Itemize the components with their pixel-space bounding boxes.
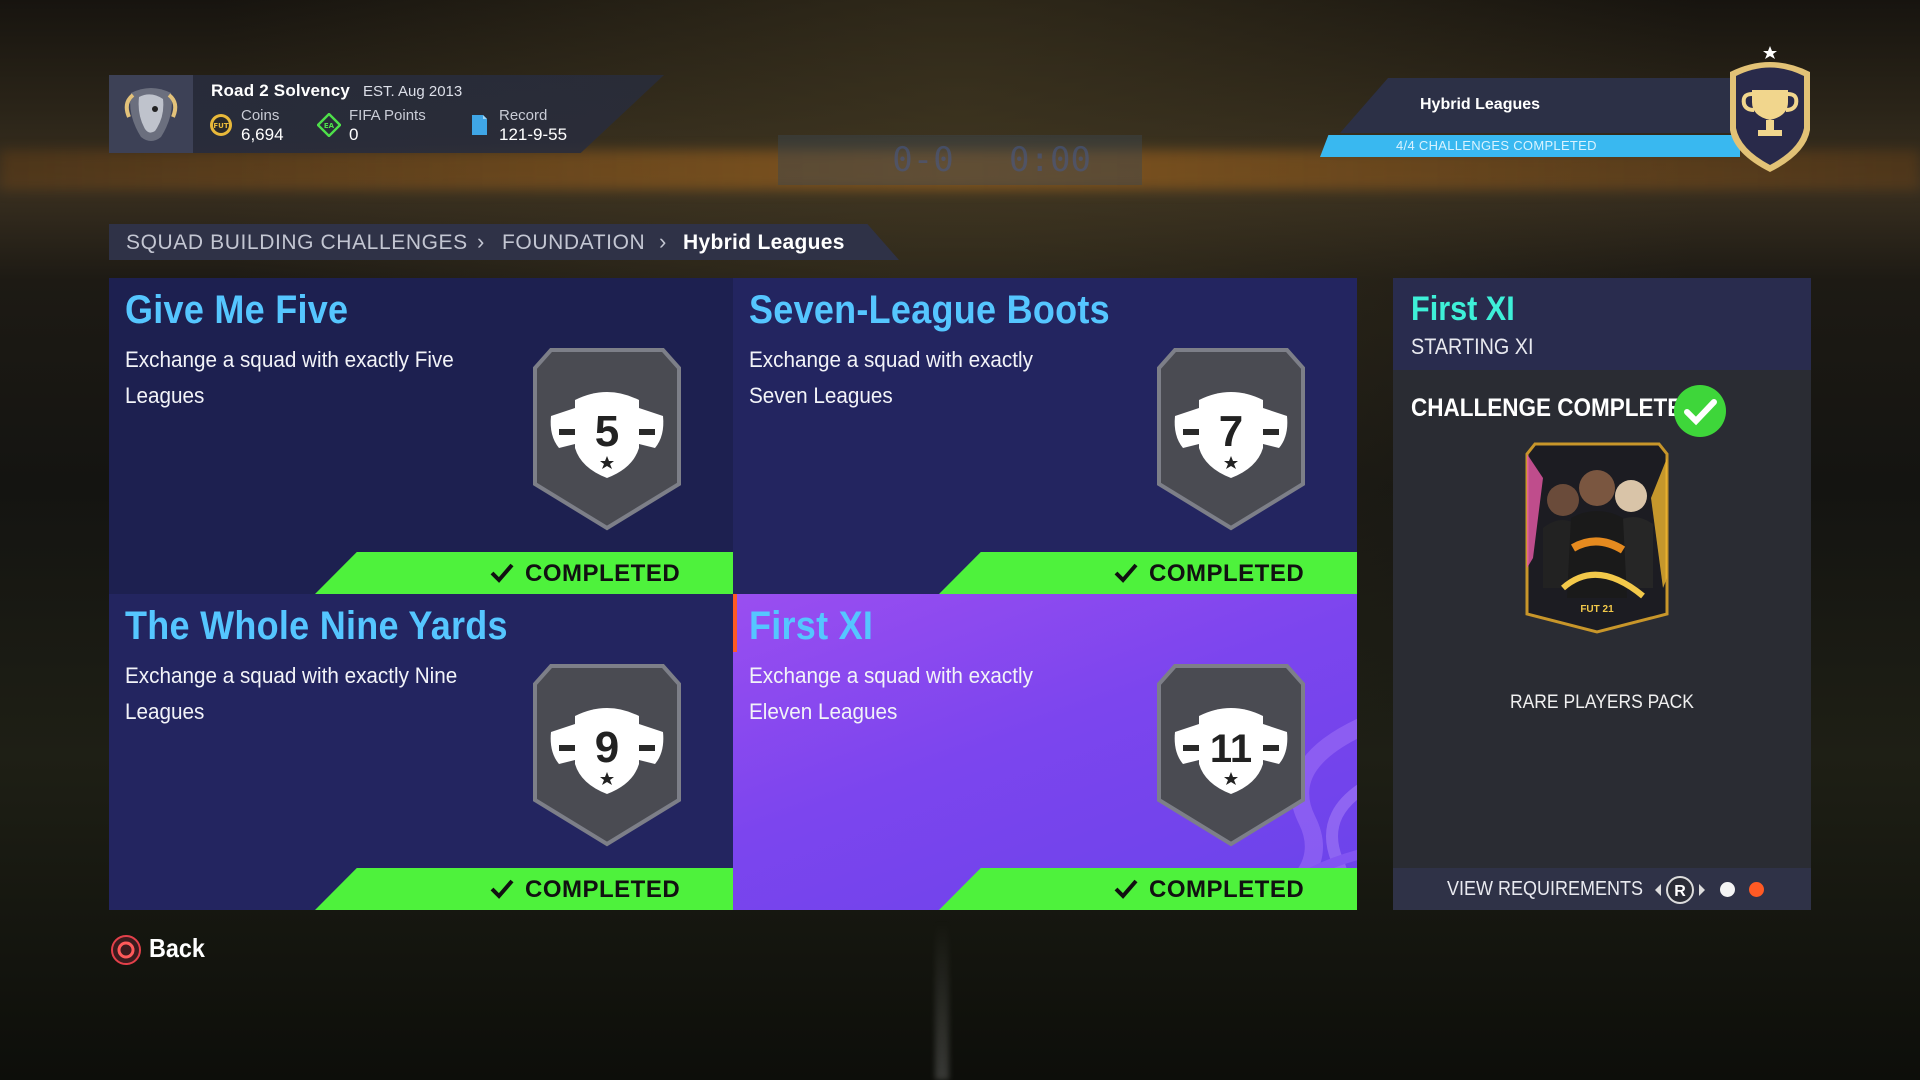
set-name: Hybrid Leagues (1420, 96, 1541, 113)
detail-header: First XI STARTING XI (1393, 278, 1811, 370)
challenge-title: Seven-League Boots (749, 288, 1110, 332)
completed-banner: COMPLETED (939, 868, 1357, 910)
svg-text:FUT: FUT (213, 122, 228, 130)
club-crest-icon (124, 88, 178, 141)
check-icon (1114, 879, 1138, 899)
detail-subtitle: STARTING XI (1411, 334, 1534, 359)
completed-banner: COMPLETED (315, 868, 733, 910)
check-icon (490, 879, 514, 899)
breadcrumb-separator-icon: › (659, 229, 667, 254)
challenge-badge-icon: 5 (533, 348, 681, 531)
view-requirements-button[interactable]: VIEW REQUIREMENTS (1447, 878, 1643, 901)
record-label: Record (499, 107, 548, 124)
rare-players-pack-image: FUT 21 (1525, 442, 1669, 634)
scoreboard-time: 0:00 (1009, 140, 1091, 180)
challenge-completed-text: CHALLENGE COMPLETED (1411, 394, 1699, 422)
club-established: EST. Aug 2013 (363, 83, 463, 100)
pitch-line (935, 920, 949, 1080)
record-value: 121-9-55 (499, 125, 568, 144)
detail-footer: VIEW REQUIREMENTS R (1393, 868, 1811, 910)
completed-label: COMPLETED (1149, 560, 1305, 587)
trophy-icon (1730, 46, 1810, 172)
badge-number: 7 (1219, 407, 1243, 456)
challenge-title: First XI (749, 604, 874, 648)
breadcrumb-item-sbc[interactable]: SQUAD BUILDING CHALLENGES (126, 231, 468, 255)
check-icon (1114, 563, 1138, 583)
breadcrumb: SQUAD BUILDING CHALLENGES › FOUNDATION ›… (109, 224, 899, 260)
reward-label: RARE PLAYERS PACK (1510, 692, 1694, 713)
pack-logo: FUT 21 (1580, 604, 1614, 615)
set-progress-bar: 4/4 CHALLENGES COMPLETED (1320, 135, 1740, 157)
page-dot-1[interactable] (1720, 882, 1735, 897)
detail-title: First XI (1411, 290, 1515, 328)
challenge-tile-seven-league-boots[interactable]: Seven-League Boots Exchange a squad with… (733, 278, 1357, 594)
stick-label: R (1674, 883, 1686, 900)
challenge-tile-give-me-five[interactable]: Give Me Five Exchange a squad with exact… (109, 278, 733, 594)
challenge-detail-panel: First XI STARTING XI CHALLENGE COMPLETED… (1393, 278, 1811, 910)
check-icon (490, 563, 514, 583)
challenge-badge-icon: 11 (1157, 664, 1305, 847)
badge-number: 5 (595, 407, 619, 456)
fifa-points-icon: EA (317, 113, 341, 137)
completed-label: COMPLETED (525, 560, 681, 587)
club-profile-header: Road 2 Solvency EST. Aug 2013 FUT Coins … (109, 75, 664, 153)
badge-number: 9 (595, 723, 619, 772)
back-label: Back (149, 933, 205, 963)
challenge-badge-icon: 7 (1157, 348, 1305, 531)
challenge-tile-first-xi[interactable]: First XI Exchange a squad with exactly E… (733, 594, 1357, 910)
completed-label: COMPLETED (1149, 876, 1305, 903)
challenge-title: The Whole Nine Yards (125, 604, 508, 648)
scoreboard-score: 0-0 (892, 140, 954, 180)
completed-banner: COMPLETED (315, 552, 733, 594)
circle-button-icon (111, 935, 141, 965)
coins-label: Coins (241, 107, 280, 124)
challenge-tile-whole-nine-yards[interactable]: The Whole Nine Yards Exchange a squad wi… (109, 594, 733, 910)
club-name: Road 2 Solvency (211, 81, 351, 100)
record-icon (472, 115, 487, 135)
completed-label: COMPLETED (525, 876, 681, 903)
check-circle-icon (1674, 385, 1726, 437)
challenge-description: Exchange a squad with exactly Nine Leagu… (125, 663, 458, 724)
set-name-bar: Hybrid Leagues (1340, 78, 1740, 133)
challenge-description: Exchange a squad with exactly Seven Leag… (749, 347, 1033, 408)
challenge-description: Exchange a squad with exactly Five Leagu… (125, 347, 454, 408)
breadcrumb-current: Hybrid Leagues (683, 231, 845, 254)
breadcrumb-item-foundation[interactable]: FOUNDATION (502, 231, 645, 255)
challenge-title: Give Me Five (125, 288, 349, 332)
svg-text:EA: EA (324, 122, 335, 130)
challenge-badge-icon: 9 (533, 664, 681, 847)
page-dot-2-active[interactable] (1749, 882, 1764, 897)
right-stick-icon[interactable]: R (1651, 875, 1709, 905)
coins-icon: FUT (210, 114, 232, 136)
sbc-set-banner: Hybrid Leagues 4/4 CHALLENGES COMPLETED (1320, 78, 1740, 157)
fifa-points-value: 0 (349, 125, 359, 144)
coins-value: 6,694 (241, 125, 284, 144)
badge-number: 11 (1210, 727, 1252, 771)
completed-banner: COMPLETED (939, 552, 1357, 594)
stadium-scoreboard: 0-0 0:00 (778, 135, 1142, 185)
fifa-points-label: FIFA Points (349, 107, 426, 124)
challenge-description: Exchange a squad with exactly Eleven Lea… (749, 663, 1033, 724)
set-progress-text: 4/4 CHALLENGES COMPLETED (1396, 138, 1597, 153)
breadcrumb-separator-icon: › (477, 229, 485, 254)
club-badge (109, 75, 193, 153)
